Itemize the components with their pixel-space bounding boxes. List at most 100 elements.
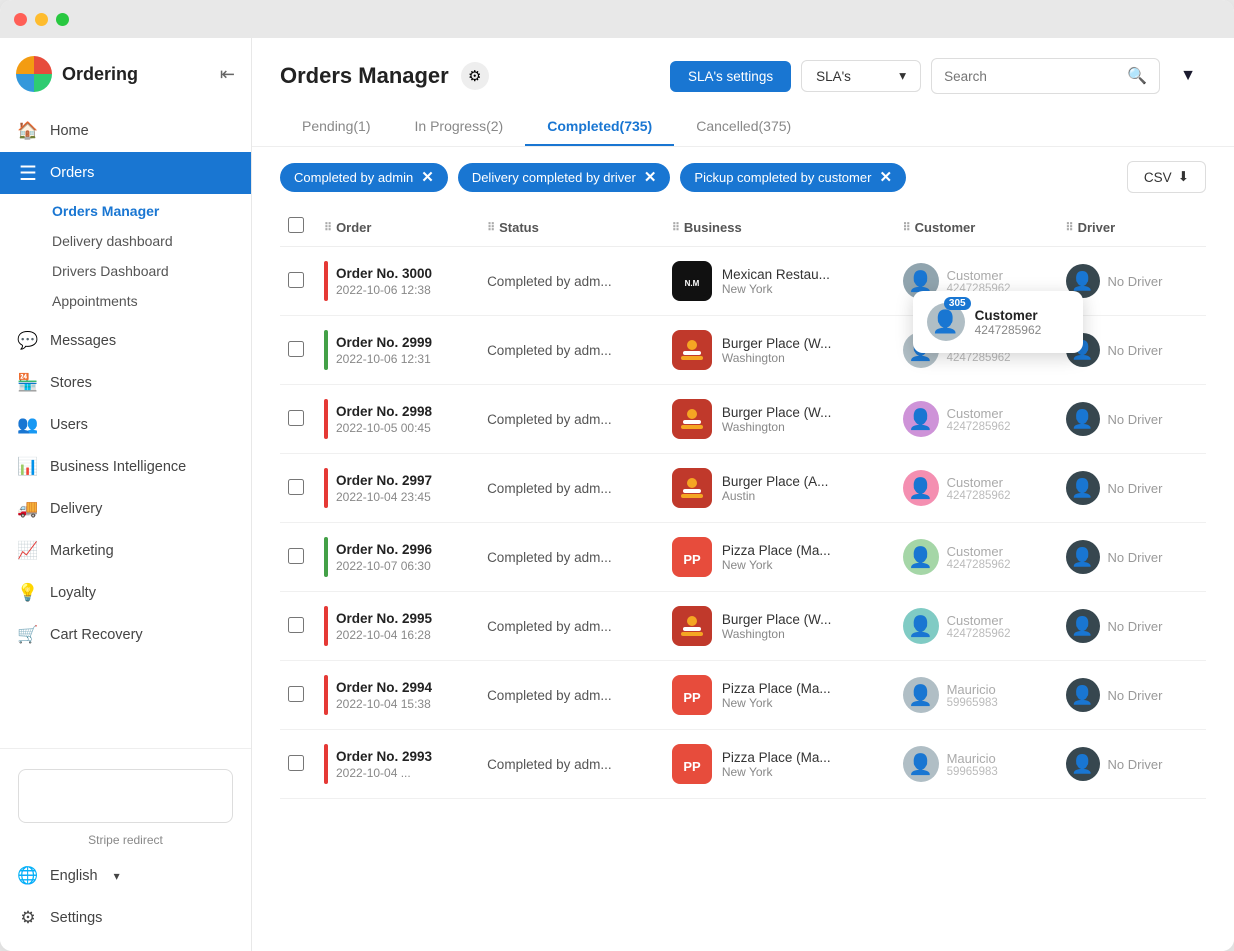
order-status-indicator [324,744,328,784]
order-date: 2022-10-05 00:45 [336,421,432,435]
delivery-icon: 🚚 [18,499,38,519]
chip-close-admin[interactable]: ✕ [421,170,434,185]
row-checkbox-cell [280,247,316,316]
chip-pickup-completed[interactable]: Pickup completed by customer ✕ [680,163,906,192]
table-row: Order No. 2995 2022-10-04 16:28 Complete… [280,592,1206,661]
chip-close-pickup[interactable]: ✕ [879,170,892,185]
sidebar-item-orders-manager[interactable]: Orders Manager [52,196,251,226]
order-date: 2022-10-06 12:38 [336,283,432,297]
chip-completed-by-admin[interactable]: Completed by admin ✕ [280,163,448,192]
filter-chips-row: Completed by admin ✕ Delivery completed … [252,147,1234,207]
business-info: N.M Mexican Restau... New York [672,261,887,301]
messages-icon: 💬 [18,331,38,351]
sidebar-item-settings[interactable]: ⚙ Settings [0,897,251,939]
sidebar-item-loyalty[interactable]: 💡 Loyalty [0,572,251,614]
minimize-dot[interactable] [35,13,48,26]
row-checkbox[interactable] [288,479,304,495]
sidebar-item-users[interactable]: 👥 Users [0,404,251,446]
filter-icon: ▼ [1180,67,1196,85]
bi-icon: 📊 [18,457,38,477]
status-text: Completed by adm... [487,412,612,427]
row-checkbox[interactable] [288,755,304,771]
row-checkbox[interactable] [288,341,304,357]
order-col-icon: ⠿ [324,221,332,234]
tab-pending[interactable]: Pending(1) [280,108,393,146]
sidebar-item-label-home: Home [50,123,89,139]
sidebar-item-business-intelligence[interactable]: 📊 Business Intelligence [0,446,251,488]
order-number: Order No. 2996 [336,542,432,557]
sla-settings-button[interactable]: SLA's settings [670,61,791,92]
select-all-checkbox[interactable] [288,217,304,233]
business-info: PP Pizza Place (Ma... New York [672,675,887,715]
order-cell: Order No. 2999 2022-10-06 12:31 [316,316,479,385]
business-name: Burger Place (W... [722,405,832,420]
sidebar-item-home[interactable]: 🏠 Home [0,110,251,152]
tab-cancelled[interactable]: Cancelled(375) [674,108,813,146]
status-cell: Completed by adm... [479,523,664,592]
business-name: Burger Place (W... [722,612,832,627]
order-number: Order No. 2999 [336,335,432,350]
order-info: Order No. 2995 2022-10-04 16:28 [336,611,432,642]
business-city: Washington [722,627,832,641]
row-checkbox[interactable] [288,272,304,288]
sidebar-item-cart-recovery[interactable]: 🛒 Cart Recovery [0,614,251,656]
row-checkbox[interactable] [288,686,304,702]
chip-label-pickup: Pickup completed by customer [694,170,871,185]
customer-col-icon: ⠿ [903,221,911,234]
business-info: PP Pizza Place (Ma... New York [672,744,887,784]
row-checkbox[interactable] [288,617,304,633]
sidebar-footer: Stripe redirect 🌐 English ▾ ⚙ Settings [0,748,251,951]
tooltip-name: Customer [975,308,1042,323]
csv-label: CSV [1144,170,1172,185]
sidebar-item-delivery-dashboard[interactable]: Delivery dashboard [52,226,251,256]
search-input[interactable] [944,69,1121,84]
tooltip-avatar: 👤 305 [927,303,965,341]
tab-in-progress[interactable]: In Progress(2) [393,108,526,146]
sidebar-item-stores[interactable]: 🏪 Stores [0,362,251,404]
sla-dropdown[interactable]: SLA's ▾ [801,60,921,92]
chip-close-delivery[interactable]: ✕ [644,170,657,185]
csv-button[interactable]: CSV ⬇ [1127,161,1206,193]
sidebar-item-appointments[interactable]: Appointments [52,286,251,316]
sidebar-item-label-stores: Stores [50,375,92,391]
customer-cell[interactable]: 👤 Customer 4247285962 [895,523,1058,592]
status-cell: Completed by adm... [479,454,664,523]
business-name: Pizza Place (Ma... [722,681,831,696]
order-info: Order No. 3000 2022-10-06 12:38 [336,266,432,297]
page-settings-button[interactable]: ⚙ [461,62,489,90]
row-checkbox[interactable] [288,410,304,426]
sidebar-item-marketing[interactable]: 📈 Marketing [0,530,251,572]
customer-cell[interactable]: 👤 Customer 4247285962 👤 305 Customer 424… [895,247,1058,316]
close-dot[interactable] [14,13,27,26]
main-header: Orders Manager ⚙ SLA's settings SLA's ▾ … [252,38,1234,147]
business-name: Pizza Place (Ma... [722,543,831,558]
row-checkbox[interactable] [288,548,304,564]
customer-cell[interactable]: 👤 Customer 4247285962 [895,385,1058,454]
chip-delivery-completed[interactable]: Delivery completed by driver ✕ [458,163,671,192]
sidebar-item-language[interactable]: 🌐 English ▾ [0,855,251,897]
stripe-redirect-box [18,769,233,823]
sidebar-item-orders[interactable]: ☰ Orders [0,152,251,194]
customer-cell[interactable]: 👤 Customer 4247285962 [895,454,1058,523]
status-col-icon: ⠿ [487,221,495,234]
customer-phone: 4247285962 [947,421,1011,433]
filter-button[interactable]: ▼ [1170,58,1206,94]
status-cell: Completed by adm... [479,592,664,661]
customer-cell[interactable]: 👤 Mauricio 59965983 [895,661,1058,730]
customer-phone: 4247285962 [947,628,1011,640]
customer-cell[interactable]: 👤 Customer 4247285962 [895,592,1058,661]
order-date: 2022-10-04 15:38 [336,697,432,711]
sidebar-item-delivery[interactable]: 🚚 Delivery [0,488,251,530]
tab-completed[interactable]: Completed(735) [525,108,674,146]
sidebar-nav: 🏠 Home ☰ Orders Orders Manager Delivery … [0,106,251,748]
row-checkbox-cell [280,730,316,799]
status-text: Completed by adm... [487,343,612,358]
sidebar-item-messages[interactable]: 💬 Messages [0,320,251,362]
customer-details: Mauricio 59965983 [947,751,998,778]
collapse-button[interactable]: ⇤ [220,64,235,85]
search-box[interactable]: 🔍 [931,58,1160,94]
customer-cell[interactable]: 👤 Mauricio 59965983 [895,730,1058,799]
svg-text:PP: PP [683,552,701,567]
maximize-dot[interactable] [56,13,69,26]
sidebar-item-drivers-dashboard[interactable]: Drivers Dashboard [52,256,251,286]
